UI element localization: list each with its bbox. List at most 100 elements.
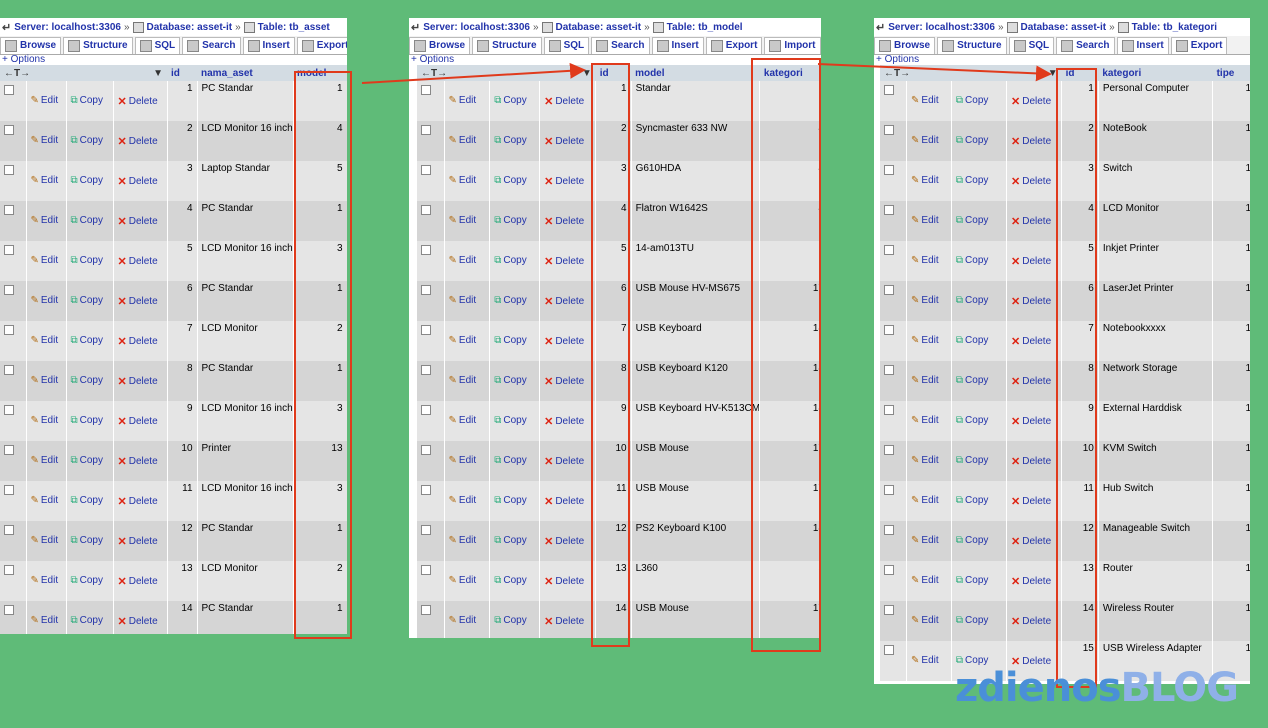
row-checkbox[interactable] [421,325,431,335]
tab-structure[interactable]: Structure [937,36,1007,54]
delete-button[interactable]: ✕ Delete [118,575,163,588]
copy-button[interactable]: ⧉ Copy [494,455,535,466]
delete-button[interactable]: ✕ Delete [1011,575,1057,588]
copy-button[interactable]: ⧉ Copy [956,495,1002,506]
row-checkbox[interactable] [421,365,431,375]
copy-button[interactable]: ⧉ Copy [494,575,535,586]
row-checkbox[interactable] [884,125,894,135]
cell-kategori[interactable]: Personal Computer [1098,81,1214,121]
copy-button[interactable]: ⧉ Copy [71,175,109,186]
tab-insert[interactable]: Insert [1116,36,1169,54]
copy-button[interactable]: ⧉ Copy [494,415,535,426]
delete-button[interactable]: ✕ Delete [1011,335,1057,348]
cell-tipe[interactable]: 1 [1212,81,1250,121]
copy-button[interactable]: ⧉ Copy [71,215,109,226]
copy-button[interactable]: ⧉ Copy [71,575,109,586]
row-checkbox[interactable] [4,405,14,415]
edit-button[interactable]: ✎ Edit [911,175,947,186]
row-checkbox[interactable] [4,445,14,455]
copy-button[interactable]: ⧉ Copy [956,335,1002,346]
cell-nama-aset[interactable]: LCD Monitor [197,561,294,601]
delete-button[interactable]: ✕ Delete [118,175,163,188]
cell-kategori[interactable]: Inkjet Printer [1098,241,1214,281]
tab-structure[interactable]: Structure [472,36,542,54]
row-checkbox[interactable] [421,605,431,615]
delete-button[interactable]: ✕ Delete [118,415,163,428]
row-checkbox[interactable] [4,565,14,575]
edit-button[interactable]: ✎ Edit [449,495,486,506]
cell-id[interactable]: 4 [167,201,198,241]
delete-button[interactable]: ✕ Delete [544,95,591,108]
breadcrumb-server[interactable]: Server: localhost:3306 [888,22,995,33]
delete-button[interactable]: ✕ Delete [1011,375,1057,388]
delete-button[interactable]: ✕ Delete [1011,495,1057,508]
row-checkbox[interactable] [884,205,894,215]
copy-button[interactable]: ⧉ Copy [71,95,109,106]
cell-nama-aset[interactable]: PC Standar [197,521,294,561]
row-checkbox[interactable] [884,605,894,615]
copy-button[interactable]: ⧉ Copy [494,255,535,266]
breadcrumb-server[interactable]: Server: localhost:3306 [14,22,121,33]
row-checkbox[interactable] [421,165,431,175]
back-arrow-icon[interactable]: ↵ [876,21,885,34]
edit-button[interactable]: ✎ Edit [911,655,947,666]
delete-button[interactable]: ✕ Delete [544,415,591,428]
edit-button[interactable]: ✎ Edit [911,615,947,626]
delete-button[interactable]: ✕ Delete [118,295,163,308]
row-checkbox[interactable] [4,85,14,95]
copy-button[interactable]: ⧉ Copy [956,255,1002,266]
cell-id[interactable]: 2 [167,121,198,161]
row-checkbox[interactable] [884,405,894,415]
cell-model[interactable]: USB Keyboard K120 [631,361,761,401]
sort-arrows-icon[interactable]: ←T→ [421,68,447,79]
cell-nama-aset[interactable]: LCD Monitor [197,321,294,361]
delete-button[interactable]: ✕ Delete [1011,295,1057,308]
cell-nama-aset[interactable]: LCD Monitor 16 inch [197,481,294,521]
edit-button[interactable]: ✎ Edit [31,175,62,186]
breadcrumb-server[interactable]: Server: localhost:3306 [423,22,530,33]
edit-button[interactable]: ✎ Edit [31,575,62,586]
cell-model[interactable]: USB Mouse [631,441,761,481]
copy-button[interactable]: ⧉ Copy [494,215,535,226]
copy-button[interactable]: ⧉ Copy [71,535,109,546]
copy-button[interactable]: ⧉ Copy [956,615,1002,626]
cell-kategori[interactable]: Wireless Router [1098,601,1214,641]
cell-model[interactable]: USB Keyboard [631,321,761,361]
tab-export[interactable]: Export [1170,36,1228,54]
edit-button[interactable]: ✎ Edit [31,535,62,546]
tab-browse[interactable]: Browse [0,36,62,54]
edit-button[interactable]: ✎ Edit [449,135,486,146]
row-checkbox[interactable] [421,85,431,95]
tab-browse[interactable]: Browse [409,36,471,54]
row-checkbox[interactable] [884,325,894,335]
cell-tipe[interactable]: 1 [1212,201,1250,241]
edit-button[interactable]: ✎ Edit [449,215,486,226]
cell-nama-aset[interactable]: Printer [197,441,294,481]
delete-button[interactable]: ✕ Delete [544,575,591,588]
copy-button[interactable]: ⧉ Copy [494,535,535,546]
edit-button[interactable]: ✎ Edit [449,255,486,266]
delete-button[interactable]: ✕ Delete [118,215,163,228]
copy-button[interactable]: ⧉ Copy [956,375,1002,386]
row-checkbox[interactable] [884,285,894,295]
sort-arrows-icon[interactable]: ←T→ [4,68,30,79]
delete-button[interactable]: ✕ Delete [544,215,591,228]
edit-button[interactable]: ✎ Edit [31,495,62,506]
delete-button[interactable]: ✕ Delete [1011,415,1057,428]
breadcrumb-table[interactable]: Table: tb_asset [258,22,330,33]
row-checkbox[interactable] [4,605,14,615]
row-checkbox[interactable] [4,285,14,295]
edit-button[interactable]: ✎ Edit [449,175,486,186]
edit-button[interactable]: ✎ Edit [449,455,486,466]
copy-button[interactable]: ⧉ Copy [71,255,109,266]
edit-button[interactable]: ✎ Edit [911,575,947,586]
cell-model[interactable]: Standar [631,81,761,121]
delete-button[interactable]: ✕ Delete [1011,255,1057,268]
edit-button[interactable]: ✎ Edit [31,295,62,306]
copy-button[interactable]: ⧉ Copy [71,335,109,346]
edit-button[interactable]: ✎ Edit [911,455,947,466]
delete-button[interactable]: ✕ Delete [1011,135,1057,148]
tab-search[interactable]: Search [182,36,241,54]
cell-nama-aset[interactable]: PC Standar [197,201,294,241]
edit-button[interactable]: ✎ Edit [31,255,62,266]
